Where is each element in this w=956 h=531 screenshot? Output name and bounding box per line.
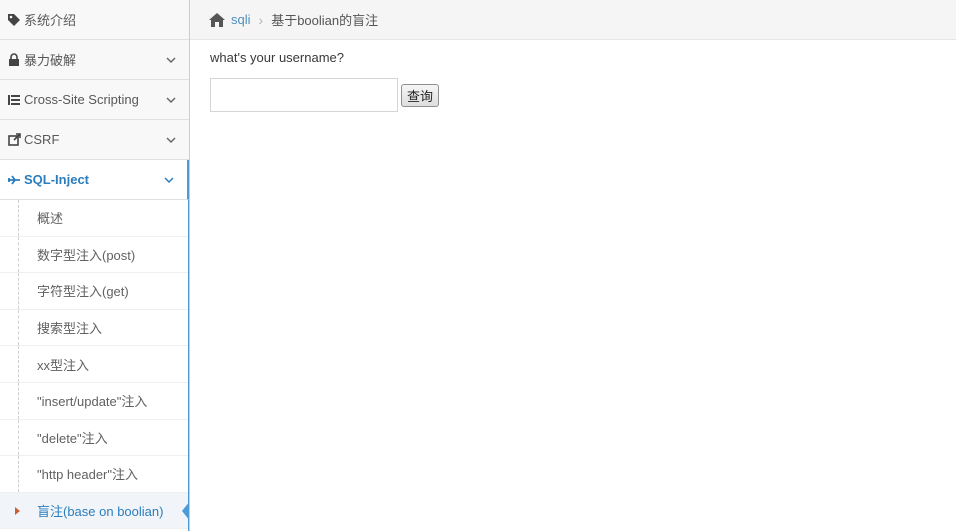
sidebar-item-bruteforce[interactable]: 暴力破解: [0, 40, 189, 80]
query-button[interactable]: 查询: [401, 83, 440, 107]
sitemap-icon: [7, 93, 21, 107]
lock-icon: [7, 53, 21, 67]
active-pointer-icon: [182, 500, 189, 521]
submenu-item[interactable]: 搜索型注入: [0, 309, 188, 347]
submenu-item-label: "insert/update"注入: [37, 394, 148, 410]
submenu-sql-inject: 概述 数字型注入(post) 字符型注入(get) 搜索型注入 xx型注入 "i…: [0, 200, 189, 531]
plane-icon: [7, 173, 21, 187]
home-icon[interactable]: [208, 12, 226, 28]
sidebar-item-label: CSRF: [24, 132, 60, 147]
sidebar-item-label: 暴力破解: [24, 53, 77, 68]
chevron-down-icon[interactable]: [165, 134, 177, 146]
breadcrumb: sqli › 基于boolian的盲注: [190, 0, 956, 40]
submenu-item[interactable]: xx型注入: [0, 346, 188, 383]
submenu-item[interactable]: "http header"注入: [0, 456, 188, 493]
breadcrumb-separator: ›: [258, 11, 264, 28]
breadcrumb-current: 基于boolian的盲注: [271, 13, 379, 28]
sidebar-item-label: Cross-Site Scripting: [24, 92, 139, 107]
sidebar-item-csrf[interactable]: CSRF: [0, 120, 189, 160]
submenu-item[interactable]: 概述: [0, 200, 188, 237]
username-prompt: what's your username?: [210, 50, 344, 65]
sidebar-item-label: 系统介绍: [24, 13, 77, 28]
chevron-down-icon[interactable]: [165, 94, 177, 106]
main-content: what's your username? 查询: [210, 50, 440, 112]
breadcrumb-link-sqli[interactable]: sqli: [231, 12, 251, 27]
submenu-item[interactable]: 数字型注入(post): [0, 236, 188, 274]
sidebar-item-label: SQL-Inject: [24, 172, 90, 187]
query-form: 查询: [210, 78, 510, 112]
chevron-down-icon[interactable]: [163, 174, 175, 186]
username-input[interactable]: [210, 78, 398, 112]
sidebar-item-intro[interactable]: 系统介绍: [0, 0, 189, 40]
sidebar-item-xss[interactable]: Cross-Site Scripting: [0, 80, 189, 120]
submenu-item-label: 数字型注入(post): [37, 247, 136, 263]
submenu-item[interactable]: "insert/update"注入: [0, 382, 188, 420]
chevron-down-icon[interactable]: [165, 54, 177, 66]
submenu-item-label: 概述: [37, 211, 64, 227]
submenu-item-label: 字符型注入(get): [37, 284, 129, 300]
submenu-item-active[interactable]: 盲注(base on boolian): [0, 492, 189, 530]
submenu-item-label: "http header"注入: [37, 467, 139, 483]
share-icon: [7, 133, 21, 147]
submenu-item-label: "delete"注入: [37, 430, 108, 446]
submenu-item-label: 搜索型注入: [37, 321, 103, 337]
submenu-item-label: 盲注(base on boolian): [37, 504, 164, 520]
caret-right-icon: [15, 506, 20, 515]
submenu-item-label: xx型注入: [37, 357, 90, 373]
tags-icon: [7, 13, 21, 27]
submenu-item[interactable]: 字符型注入(get): [0, 273, 188, 310]
sidebar: 系统介绍 暴力破解 Cross-Site Scripting CSRF SQL-…: [0, 0, 190, 531]
sidebar-item-sql-inject[interactable]: SQL-Inject: [0, 160, 189, 200]
submenu-item[interactable]: "delete"注入: [0, 419, 188, 457]
